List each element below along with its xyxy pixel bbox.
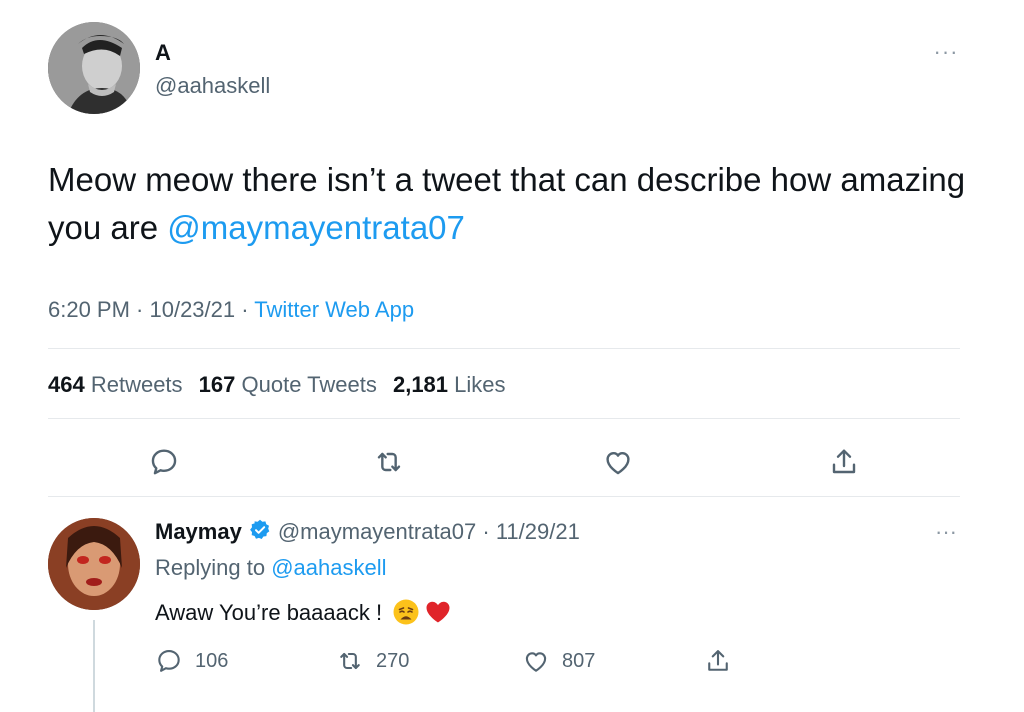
like-icon [525,652,547,672]
tweet-source-link[interactable]: Twitter Web App [254,297,414,322]
retweets-stat[interactable]: 464 Retweets [48,372,183,397]
retweet-button[interactable] [369,442,409,482]
divider [48,496,960,497]
reply-author-handle-date[interactable]: @maymayentrata07 · 11/29/21 [278,519,580,544]
reply-more-options-icon[interactable]: ··· [926,520,966,544]
reply-body: Awaw You’re baaaack ! [155,600,389,625]
replying-prefix: Replying to [155,555,272,580]
likes-count: 2,181 [392,372,449,397]
retweet-icon [340,652,360,670]
reply-text: Awaw You’re baaaack ! [155,598,452,626]
reply-icon [158,650,180,672]
share-button[interactable] [824,442,864,482]
reply-like-button[interactable]: 807 [522,645,595,677]
author-avatar[interactable] [48,22,140,114]
share-icon [832,449,856,474]
reply-author-avatar[interactable] [48,518,140,610]
reply-author-name[interactable]: Maymay [155,519,242,544]
retweets-label: Retweets [84,372,183,397]
quote-tweets-stat[interactable]: 167 Quote Tweets [199,372,377,397]
retweet-icon [377,452,401,472]
tweet-time[interactable]: 6:20 PM · 10/23/21 · [48,297,254,322]
reply-like-count: 807 [562,649,596,672]
author-name[interactable]: A [155,40,171,66]
reply-button[interactable] [144,442,184,482]
reply-retweet-button[interactable]: 270 [336,645,409,677]
retweets-count: 464 [48,372,85,397]
replying-to-link[interactable]: @aahaskell [271,555,386,580]
author-handle[interactable]: @aahaskell [155,73,270,99]
weary-face-emoji [393,599,419,625]
reply-reply-count: 106 [195,649,229,672]
divider [48,348,960,349]
more-options-icon[interactable]: ··· [926,40,966,64]
tweet-text: Meow meow there isn’t a tweet that can d… [48,156,968,252]
verified-badge-icon [249,519,270,539]
quote-tweets-count: 167 [198,372,236,397]
reply-icon [151,449,177,475]
replying-to: Replying to @aahaskell [155,555,386,581]
likes-stat[interactable]: 2,181 Likes [393,372,506,397]
share-icon [708,650,728,671]
tweet-stats: 464 Retweets 167 Quote Tweets 2,181 Like… [48,372,516,398]
like-button[interactable] [598,442,638,482]
tweet-mention-link[interactable]: @maymayentrata07 [167,209,465,246]
reply-reply-button[interactable]: 106 [155,645,228,677]
thread-line [93,620,95,712]
divider [48,418,960,419]
tweet-timestamp: 6:20 PM · 10/23/21 · Twitter Web App [48,297,414,323]
reply-share-button[interactable] [704,645,732,677]
red-heart-emoji [426,601,450,623]
quote-tweets-label: Quote Tweets [235,372,377,397]
likes-label: Likes [448,372,506,397]
reply-header: Maymay @maymayentrata07 · 11/29/21 [155,518,580,545]
reply-retweet-count: 270 [376,649,410,672]
like-icon [606,452,630,475]
